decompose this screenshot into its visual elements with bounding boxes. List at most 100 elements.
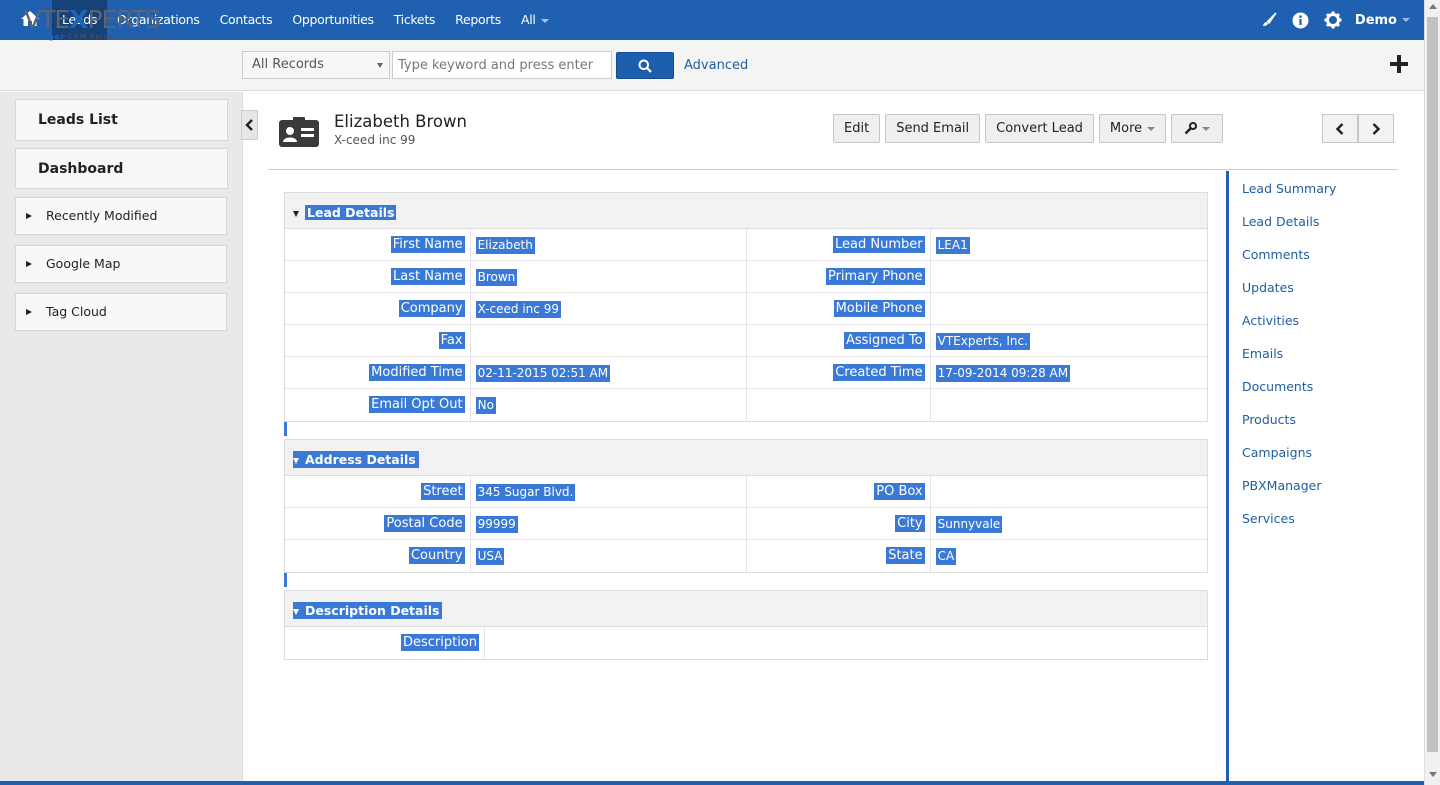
description-details-header[interactable]: Description Details (285, 591, 1207, 627)
related-links: Lead Summary Lead Details Comments Updat… (1242, 181, 1336, 544)
field-label: Lead Number (833, 236, 925, 253)
nav-contacts[interactable]: Contacts (210, 0, 283, 40)
search-button[interactable] (616, 52, 674, 79)
settings-dropdown-button[interactable] (1171, 114, 1224, 143)
wrench-icon (1184, 122, 1198, 135)
related-link-lead-details[interactable]: Lead Details (1242, 214, 1336, 247)
paintbrush-icon[interactable] (1253, 0, 1285, 40)
field-value: Sunnyvale (935, 516, 1003, 533)
field-label: Country (408, 547, 465, 564)
lead-details-header[interactable]: Lead Details (285, 193, 1207, 229)
top-right-tools: Demo (1253, 0, 1424, 40)
lead-details-title: Lead Details (293, 204, 399, 221)
field-value: Brown (475, 269, 518, 286)
field-label: Mobile Phone (833, 300, 925, 317)
caret-right-icon (26, 261, 32, 267)
related-link-lead-summary[interactable]: Lead Summary (1242, 181, 1336, 214)
header-divider (268, 169, 1398, 170)
related-link-updates[interactable]: Updates (1242, 280, 1336, 313)
table-row: First Name Elizabeth Lead Number LEA1 (285, 229, 1207, 261)
leads-list-button[interactable]: Leads List (15, 99, 228, 141)
field-label: Postal Code (384, 515, 465, 532)
field-value: X-ceed inc 99 (475, 301, 561, 318)
previous-record-button[interactable] (1322, 114, 1358, 143)
scroll-down-arrow-icon[interactable] (1429, 772, 1437, 777)
field-label: Email Opt Out (369, 396, 465, 413)
field-value: Elizabeth (475, 237, 535, 254)
search-scope-select[interactable]: All Records (242, 51, 390, 79)
related-link-emails[interactable]: Emails (1242, 346, 1336, 379)
chevron-down-icon (1402, 18, 1410, 22)
more-label: More (1109, 121, 1143, 136)
caret-down-icon (293, 210, 299, 217)
related-link-pbxmanager[interactable]: PBXManager (1242, 478, 1336, 511)
table-row: Last Name Brown Primary Phone (285, 261, 1207, 293)
scrollbar-thumb[interactable] (1427, 17, 1438, 752)
table-row: Description (285, 627, 1207, 659)
gear-icon[interactable] (1317, 0, 1349, 40)
next-record-button[interactable] (1358, 114, 1394, 143)
widget-label: Google Map (46, 256, 121, 271)
field-label: Last Name (391, 268, 465, 285)
chevron-down-icon (377, 63, 383, 68)
caret-down-icon (293, 608, 299, 615)
record-name: Elizabeth Brown (334, 112, 467, 131)
widget-label: Recently Modified (46, 208, 158, 223)
nav-tickets[interactable]: Tickets (384, 0, 445, 40)
more-button[interactable]: More (1098, 114, 1167, 143)
field-label: First Name (390, 236, 465, 253)
address-details-block: Address Details Street 345 Sugar Blvd. P… (284, 439, 1208, 573)
field-value: USA (475, 548, 505, 565)
field-label: Assigned To (843, 332, 925, 349)
table-row: Fax Assigned To VTExperts, Inc. (285, 325, 1207, 357)
widget-tag-cloud[interactable]: Tag Cloud (15, 293, 227, 331)
table-row: Email Opt Out No (285, 389, 1207, 421)
top-navigation: Leads Organizations Contacts Opportuniti… (0, 0, 1424, 40)
field-label: Fax (438, 332, 465, 349)
sidebar (0, 92, 243, 785)
nav-opportunities[interactable]: Opportunities (282, 0, 383, 40)
chevron-left-icon (1336, 122, 1344, 135)
logo-tagline: vTiger CRM Solution Provider (34, 33, 167, 41)
user-menu[interactable]: Demo (1349, 13, 1424, 28)
widget-google-map[interactable]: Google Map (15, 245, 227, 283)
related-link-activities[interactable]: Activities (1242, 313, 1336, 346)
lead-details-block: Lead Details First Name Elizabeth Lead N… (284, 192, 1208, 422)
field-label: Street (421, 483, 465, 500)
widget-recently-modified[interactable]: Recently Modified (15, 197, 227, 235)
field-label: Company (398, 300, 465, 317)
widget-label: Tag Cloud (46, 304, 107, 319)
convert-lead-button[interactable]: Convert Lead (985, 114, 1094, 143)
nav-all-menu[interactable]: All (511, 0, 559, 40)
info-icon[interactable] (1285, 0, 1317, 40)
related-link-services[interactable]: Services (1242, 511, 1336, 544)
related-link-products[interactable]: Products (1242, 412, 1336, 445)
related-link-campaigns[interactable]: Campaigns (1242, 445, 1336, 478)
related-link-documents[interactable]: Documents (1242, 379, 1336, 412)
field-label: PO Box (874, 483, 925, 500)
sidebar-toggle-button[interactable] (241, 110, 258, 140)
company-logo[interactable]: VTEXPERTS vTiger CRM Solution Provider (24, 7, 184, 47)
scroll-up-arrow-icon[interactable] (1429, 4, 1437, 9)
address-details-header[interactable]: Address Details (285, 440, 1207, 476)
edit-button[interactable]: Edit (833, 114, 881, 143)
advanced-search-link[interactable]: Advanced (684, 58, 748, 73)
send-email-button[interactable]: Send Email (885, 114, 981, 143)
chevron-down-icon (540, 18, 549, 23)
lead-card-icon (278, 116, 320, 148)
logo-wordmark: VTEXPERTS (24, 5, 161, 34)
description-value[interactable] (485, 627, 1207, 659)
description-details-title: Description Details (293, 602, 443, 619)
field-value: 17-09-2014 09:28 AM (935, 365, 1071, 382)
footer-bar (0, 781, 1424, 785)
related-link-comments[interactable]: Comments (1242, 247, 1336, 280)
search-input[interactable] (392, 51, 612, 79)
dashboard-button[interactable]: Dashboard (15, 148, 228, 189)
description-details-block: Description Details Description (284, 590, 1208, 660)
table-row: Postal Code 99999 City Sunnyvale (285, 508, 1207, 540)
user-name: Demo (1354, 12, 1397, 28)
page-scrollbar[interactable] (1424, 0, 1440, 785)
nav-reports[interactable]: Reports (445, 0, 511, 40)
plus-icon[interactable] (1388, 53, 1410, 75)
field-value: No (475, 397, 496, 414)
